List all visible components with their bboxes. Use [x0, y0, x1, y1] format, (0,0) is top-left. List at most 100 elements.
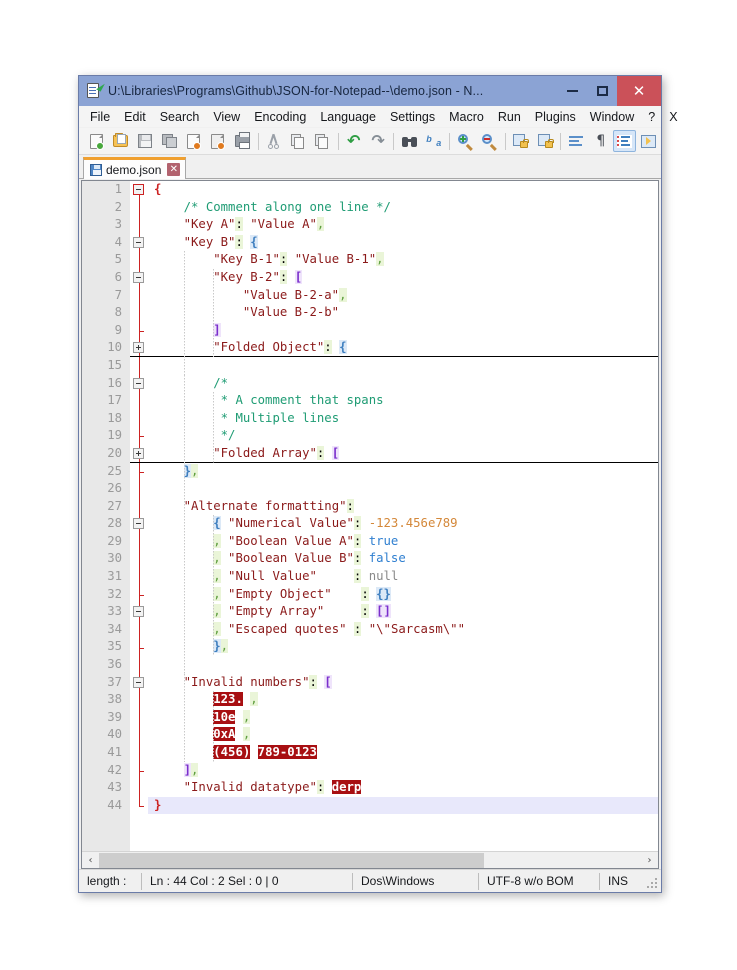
- code-line[interactable]: 10e ,: [148, 709, 658, 727]
- minimize-button[interactable]: [557, 76, 587, 106]
- status-encoding[interactable]: UTF-8 w/o BOM: [479, 870, 599, 893]
- print-button[interactable]: [230, 129, 254, 153]
- sync-vertical-scroll-button[interactable]: [509, 129, 533, 153]
- horizontal-scroll-track[interactable]: [99, 852, 641, 868]
- zoom-in-button[interactable]: [453, 129, 477, 153]
- fold-collapse-box[interactable]: [133, 377, 144, 389]
- save-all-button[interactable]: [157, 129, 181, 153]
- status-insert-mode[interactable]: INS: [600, 870, 642, 893]
- fold-collapse-box[interactable]: [133, 676, 144, 688]
- menu-item-settings[interactable]: Settings: [383, 108, 442, 126]
- menu-item-file[interactable]: File: [83, 108, 117, 126]
- code-line[interactable]: [148, 656, 658, 674]
- horizontal-scrollbar[interactable]: ‹ ›: [82, 851, 658, 868]
- menu-item-encoding[interactable]: Encoding: [247, 108, 313, 126]
- editor-body[interactable]: 1 2 3 4 5 6 7 8 9 10 15 16 17 18 19 20 25 26 27 28 29 30 31 32 3…: [82, 181, 658, 851]
- code-line[interactable]: },: [148, 463, 658, 481]
- close-button[interactable]: ✕: [617, 76, 661, 106]
- word-wrap-button[interactable]: [564, 129, 588, 153]
- code-line[interactable]: "Value B-2-b": [148, 304, 658, 322]
- code-line[interactable]: * A comment that spans: [148, 392, 658, 410]
- code-area[interactable]: { /* Comment along one line */ "Key A": …: [148, 181, 658, 851]
- save-button[interactable]: [133, 129, 157, 153]
- code-line[interactable]: "Value B-2-a",: [148, 287, 658, 305]
- cut-button[interactable]: [261, 129, 285, 153]
- tab-close-icon[interactable]: ✕: [167, 163, 181, 176]
- close-all-files-button[interactable]: [206, 129, 230, 153]
- code-line[interactable]: "Folded Array": [: [148, 445, 658, 463]
- fold-expand-box[interactable]: [133, 448, 144, 459]
- menu-item-run[interactable]: Run: [491, 108, 528, 126]
- code-line[interactable]: */: [148, 427, 658, 445]
- code-line[interactable]: (456) 789-0123: [148, 744, 658, 762]
- scroll-left-arrow[interactable]: ‹: [82, 852, 99, 868]
- menu-item-window[interactable]: Window: [583, 108, 641, 126]
- menu-item-plugins[interactable]: Plugins: [528, 108, 583, 126]
- fold-expand-box[interactable]: [133, 342, 144, 354]
- fold-collapse-box[interactable]: [133, 184, 144, 195]
- scroll-right-arrow[interactable]: ›: [641, 852, 658, 868]
- code-line[interactable]: "Invalid datatype": derp: [148, 779, 658, 797]
- menu-item-x[interactable]: X: [662, 108, 684, 126]
- show-ui-macro-button[interactable]: [636, 129, 660, 153]
- line-number: 33: [107, 604, 122, 619]
- code-line[interactable]: ]: [148, 322, 658, 340]
- horizontal-scroll-thumb[interactable]: [99, 852, 484, 868]
- fold-margin[interactable]: [130, 181, 148, 851]
- open-file-button[interactable]: [108, 129, 132, 153]
- code-line[interactable]: , "Null Value" : null: [148, 568, 658, 586]
- code-line[interactable]: "Key B-1": "Value B-1",: [148, 251, 658, 269]
- indent-guide-button[interactable]: [613, 130, 637, 152]
- code-line[interactable]: {: [148, 181, 658, 199]
- redo-button[interactable]: ↷: [366, 129, 390, 153]
- show-all-characters-button[interactable]: ¶: [589, 129, 613, 153]
- menu-item-macro[interactable]: Macro: [442, 108, 491, 126]
- fold-collapse-box[interactable]: [133, 606, 144, 618]
- menu-item-[interactable]: ?: [641, 108, 662, 126]
- code-line[interactable]: "Alternate formatting":: [148, 498, 658, 516]
- code-line[interactable]: /*: [148, 375, 658, 393]
- menu-item-language[interactable]: Language: [313, 108, 383, 126]
- code-line[interactable]: [148, 480, 658, 498]
- code-line[interactable]: 123. ,: [148, 691, 658, 709]
- maximize-button[interactable]: [587, 76, 617, 106]
- fold-collapse-box[interactable]: [133, 236, 144, 248]
- menu-item-search[interactable]: Search: [153, 108, 207, 126]
- code-line[interactable]: },: [148, 638, 658, 656]
- menu-item-edit[interactable]: Edit: [117, 108, 153, 126]
- code-line[interactable]: { "Numerical Value": -123.456e789: [148, 515, 658, 533]
- code-line[interactable]: , "Escaped quotes" : "\"Sarcasm\"": [148, 621, 658, 639]
- code-line[interactable]: "Key B": {: [148, 234, 658, 252]
- code-line[interactable]: ],: [148, 762, 658, 780]
- editor-tab[interactable]: demo.json ✕: [83, 157, 187, 179]
- replace-button[interactable]: ba: [422, 129, 446, 153]
- zoom-out-button[interactable]: [477, 129, 501, 153]
- code-line[interactable]: "Invalid numbers": [: [148, 674, 658, 692]
- title-bar[interactable]: U:\Libraries\Programs\Github\JSON-for-No…: [79, 76, 661, 106]
- line-number: 26: [107, 481, 122, 496]
- code-line[interactable]: [148, 357, 658, 375]
- code-line[interactable]: * Multiple lines: [148, 410, 658, 428]
- code-line[interactable]: , "Empty Object" : {}: [148, 586, 658, 604]
- code-line[interactable]: , "Boolean Value B": false: [148, 550, 658, 568]
- code-line[interactable]: 0xA ,: [148, 726, 658, 744]
- close-file-button[interactable]: [181, 129, 205, 153]
- code-line[interactable]: "Key B-2": [: [148, 269, 658, 287]
- fold-collapse-box[interactable]: [133, 518, 144, 530]
- code-line[interactable]: "Folded Object": {: [148, 339, 658, 357]
- code-line[interactable]: /* Comment along one line */: [148, 199, 658, 217]
- copy-button[interactable]: [286, 129, 310, 153]
- new-file-button[interactable]: [84, 129, 108, 153]
- menu-item-view[interactable]: View: [206, 108, 247, 126]
- resize-grip[interactable]: [642, 873, 658, 889]
- paste-button[interactable]: [310, 129, 334, 153]
- sync-horizontal-scroll-button[interactable]: [533, 129, 557, 153]
- find-button[interactable]: [397, 129, 421, 153]
- code-line[interactable]: , "Boolean Value A": true: [148, 533, 658, 551]
- code-line[interactable]: }: [148, 796, 658, 815]
- code-line[interactable]: "Key A": "Value A",: [148, 216, 658, 234]
- fold-collapse-box[interactable]: [133, 272, 144, 283]
- status-eol[interactable]: Dos\Windows: [353, 870, 478, 893]
- code-line[interactable]: , "Empty Array" : []: [148, 603, 658, 621]
- undo-button[interactable]: ↶: [342, 129, 366, 153]
